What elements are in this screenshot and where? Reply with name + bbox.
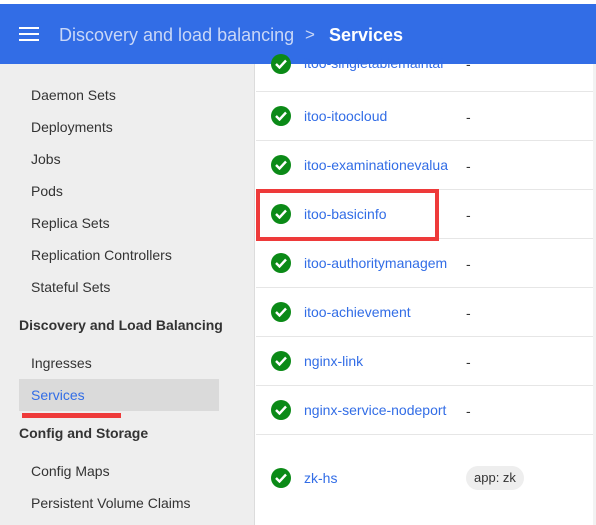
- sidebar-item-jobs[interactable]: Jobs: [31, 149, 61, 169]
- check-circle-icon: [271, 106, 291, 126]
- check-circle-icon: [271, 54, 291, 74]
- service-labels: -: [466, 158, 471, 174]
- sidebar-item-pods[interactable]: Pods: [31, 181, 63, 201]
- service-name-link[interactable]: itoo-itoocloud: [304, 107, 450, 125]
- sidebar-section-config[interactable]: Config and Storage: [19, 423, 148, 443]
- check-circle-icon: [271, 468, 291, 488]
- sidebar-item-persistent-volume-claims[interactable]: Persistent Volume Claims: [31, 493, 191, 513]
- check-circle-icon: [271, 351, 291, 371]
- service-name-link[interactable]: zk-hs: [304, 469, 450, 487]
- service-labels: -: [466, 109, 471, 125]
- service-labels: -: [466, 305, 471, 321]
- check-circle-icon: [271, 155, 291, 175]
- service-name-link[interactable]: nginx-service-nodeport: [304, 401, 450, 419]
- check-circle-icon: [271, 302, 291, 322]
- service-name-link[interactable]: nginx-link: [304, 352, 450, 370]
- sidebar-item-services[interactable]: Services: [31, 385, 85, 405]
- page-title: Services: [329, 25, 404, 45]
- service-labels: -: [466, 354, 471, 370]
- service-labels: -: [466, 403, 471, 419]
- check-circle-icon: [271, 253, 291, 273]
- table-row: itoo-authoritymanagem -: [256, 239, 596, 288]
- label-chip: app: zk: [466, 466, 524, 490]
- sidebar-item-replica-sets[interactable]: Replica Sets: [31, 213, 110, 233]
- service-name-link[interactable]: itoo-singletablemaintai: [304, 54, 450, 72]
- sidebar: Daemon Sets Deployments Jobs Pods Replic…: [0, 64, 255, 525]
- service-labels: -: [466, 207, 471, 223]
- service-name-link[interactable]: itoo-achievement: [304, 303, 450, 321]
- service-labels: -: [466, 256, 471, 272]
- red-underline-annotation: [22, 413, 121, 418]
- sidebar-item-stateful-sets[interactable]: Stateful Sets: [31, 277, 110, 297]
- table-row: itoo-examinationevalua -: [256, 141, 596, 190]
- services-list: itoo-singletablemaintai - itoo-itoocloud…: [256, 54, 596, 525]
- red-box-annotation: [256, 189, 439, 241]
- app-header: Discovery and load balancing > Services: [0, 0, 596, 64]
- service-labels: -: [466, 56, 471, 72]
- sidebar-item-ingresses[interactable]: Ingresses: [31, 353, 92, 373]
- sidebar-item-daemon-sets[interactable]: Daemon Sets: [31, 85, 116, 105]
- menu-icon[interactable]: [19, 27, 39, 41]
- check-circle-icon: [271, 400, 291, 420]
- service-name-link[interactable]: itoo-authoritymanagem: [304, 254, 450, 272]
- table-row: zk-hs app: zk: [256, 435, 596, 525]
- table-row: nginx-service-nodeport -: [256, 386, 596, 435]
- service-name-link[interactable]: itoo-examinationevalua: [304, 156, 450, 174]
- sidebar-section-discovery[interactable]: Discovery and Load Balancing: [19, 315, 223, 335]
- table-row: itoo-singletablemaintai -: [256, 54, 596, 92]
- top-strip: [0, 0, 596, 4]
- sidebar-item-deployments[interactable]: Deployments: [31, 117, 113, 137]
- breadcrumb-separator-icon: >: [305, 25, 315, 44]
- table-row: itoo-itoocloud -: [256, 92, 596, 141]
- sidebar-item-config-maps[interactable]: Config Maps: [31, 461, 110, 481]
- sidebar-item-replication-controllers[interactable]: Replication Controllers: [31, 245, 172, 265]
- table-row: itoo-achievement -: [256, 288, 596, 337]
- table-row: nginx-link -: [256, 337, 596, 386]
- breadcrumb-parent[interactable]: Discovery and load balancing: [59, 24, 294, 46]
